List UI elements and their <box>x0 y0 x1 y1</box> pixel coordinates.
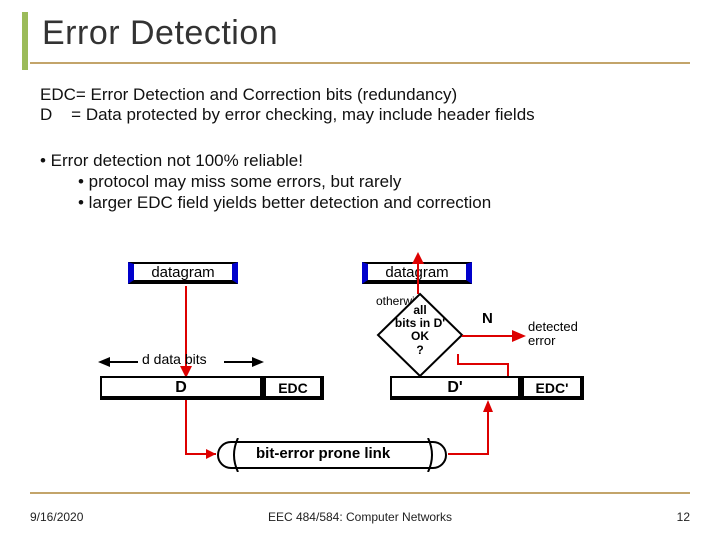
decision-text: all bits in D' OK ? <box>394 304 446 357</box>
datagram-box-left: datagram <box>128 262 238 284</box>
footer-page: 12 <box>677 510 690 524</box>
slide-title: Error Detection <box>40 14 690 53</box>
title-accent-bar <box>22 12 28 70</box>
link-paren-right <box>426 438 436 472</box>
footer-rule <box>30 492 690 494</box>
definitions-block: EDC= Error Detection and Correction bits… <box>40 85 690 126</box>
edc-box-left: EDC <box>264 376 324 400</box>
edc-box-right: EDC' <box>522 376 584 400</box>
bullets-block: • Error detection not 100% reliable! • p… <box>40 150 690 214</box>
detected-error-label: detected error <box>528 320 578 349</box>
arrow-up-right <box>410 252 426 294</box>
footer: 9/16/2020 EEC 484/584: Computer Networks… <box>30 510 690 524</box>
link-paren-left <box>230 438 240 472</box>
bullet-1: • Error detection not 100% reliable! <box>40 150 690 171</box>
def-d: D = Data protected by error checking, ma… <box>40 105 690 125</box>
arrow-n-right <box>462 328 526 344</box>
d-box-right: D' <box>390 376 522 400</box>
bullet-3: • larger EDC field yields better detecti… <box>40 192 690 213</box>
footer-course: EEC 484/584: Computer Networks <box>30 510 690 524</box>
def-edc: EDC= Error Detection and Correction bits… <box>40 85 690 105</box>
diagram-container: datagram datagram otherwise d data bits … <box>80 252 640 490</box>
d-bits-label: d data bits <box>142 351 207 367</box>
arrow-up-from-dprime <box>448 352 516 378</box>
bullet-2: • protocol may miss some errors, but rar… <box>40 171 690 192</box>
d-box-left: D <box>100 376 264 400</box>
title-underline <box>30 62 690 64</box>
link-path <box>180 400 500 460</box>
n-label: N <box>482 310 493 327</box>
footer-date: 9/16/2020 <box>30 510 83 524</box>
